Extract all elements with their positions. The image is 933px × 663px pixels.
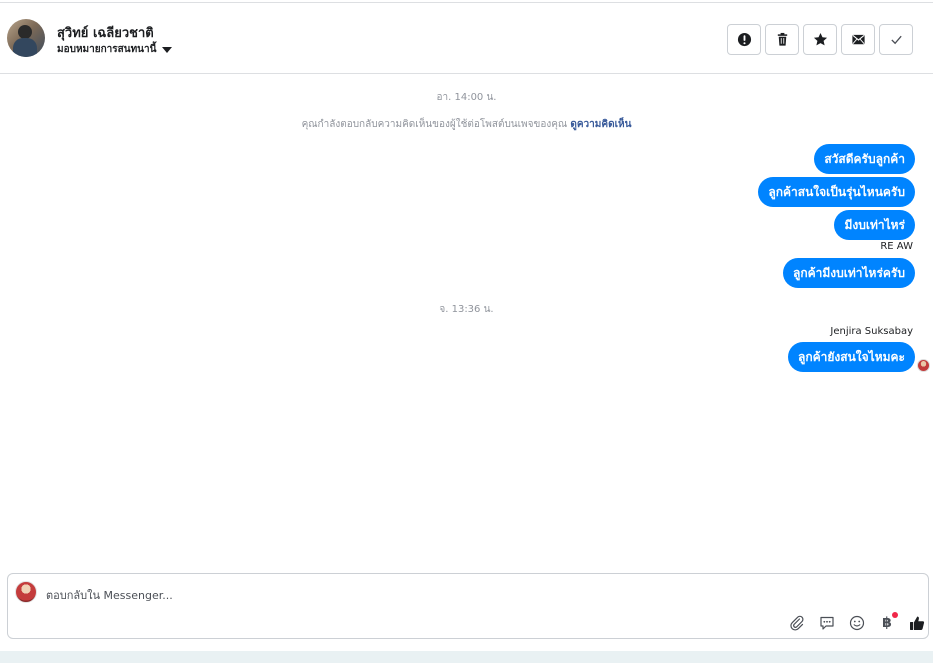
- sender-name: Jenjira Suksabay: [830, 326, 913, 337]
- spam-button[interactable]: [727, 24, 761, 55]
- mark-unread-button[interactable]: [841, 24, 875, 55]
- emoji-button[interactable]: [848, 614, 866, 632]
- star-button[interactable]: [803, 24, 837, 55]
- mark-done-button[interactable]: [879, 24, 913, 55]
- envelope-icon: [851, 34, 865, 45]
- system-note: คุณกำลังตอบกลับความคิดเห็นของผู้ใช้ต่อโพ…: [0, 117, 933, 132]
- contact-name[interactable]: สุวิทย์ เฉลียวชาติ: [57, 22, 154, 43]
- message-bubble[interactable]: ลูกค้าสนใจเป็นรุ่นไหนครับ: [758, 177, 915, 207]
- exclamation-icon: [737, 32, 751, 47]
- caret-down-icon: [162, 46, 173, 53]
- system-note-text: คุณกำลังตอบกลับความคิดเห็นของผู้ใช้ต่อโพ…: [301, 119, 568, 130]
- trash-icon: [777, 32, 787, 46]
- like-button[interactable]: [908, 614, 926, 632]
- paperclip-icon: [790, 615, 804, 631]
- thumbs-up-icon: [910, 616, 925, 630]
- page-avatar: [15, 581, 37, 603]
- message-bubble[interactable]: ลูกค้ายังสนใจไหมคะ: [787, 342, 915, 372]
- timestamp: จ. 13:36 น.: [439, 304, 494, 315]
- reply-input[interactable]: [46, 586, 746, 604]
- thread-header: สุวิทย์ เฉลียวชาติ มอบหมายการสนทนานี้: [0, 2, 933, 74]
- check-icon: [890, 35, 902, 45]
- read-receipt-avatar: [917, 359, 930, 372]
- message-bubble[interactable]: มีงบเท่าไหร่: [834, 210, 915, 240]
- saved-reply-icon: [820, 616, 834, 630]
- notification-dot: [892, 612, 898, 618]
- conversation-area[interactable]: อา. 14:00 น. คุณกำลังตอบกลับความคิดเห็นข…: [0, 75, 933, 570]
- bottom-strip: [0, 651, 933, 663]
- sender-name: RE AW: [880, 241, 913, 252]
- assign-conversation-dropdown[interactable]: มอบหมายการสนทนานี้: [57, 42, 173, 57]
- timestamp: อา. 14:00 น.: [436, 92, 497, 103]
- reply-composer: ฿: [7, 573, 929, 639]
- view-comment-link[interactable]: ดูความคิดเห็น: [570, 119, 631, 130]
- saved-replies-button[interactable]: [818, 614, 836, 632]
- thread-actions: [727, 24, 913, 55]
- message-bubble[interactable]: ลูกค้ามีงบเท่าไหร่ครับ: [782, 258, 915, 288]
- messenger-inbox-thread: สุวิทย์ เฉลียวชาติ มอบหมายการสนทนานี้ อา…: [0, 0, 933, 663]
- star-icon: [813, 32, 827, 46]
- delete-button[interactable]: [765, 24, 799, 55]
- emoji-icon: [849, 615, 865, 631]
- composer-toolbar: ฿: [788, 612, 926, 632]
- attach-button[interactable]: [788, 614, 806, 632]
- contact-avatar[interactable]: [7, 19, 45, 57]
- baht-icon: ฿: [882, 615, 892, 631]
- message-bubble[interactable]: สวัสดีครับลูกค้า: [814, 144, 915, 174]
- payment-button[interactable]: ฿: [878, 612, 898, 632]
- assign-label: มอบหมายการสนทนานี้: [57, 44, 157, 55]
